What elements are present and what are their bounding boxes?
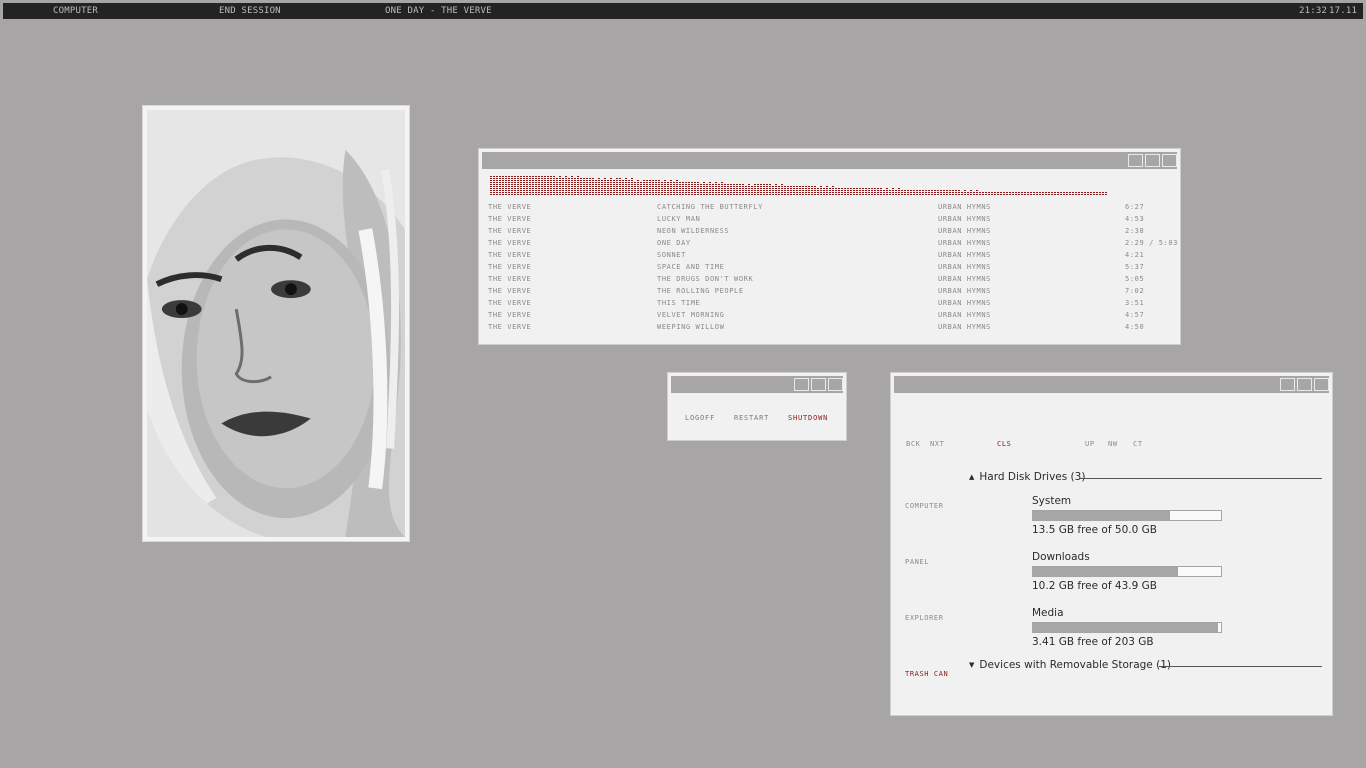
playlist-row[interactable]: THE VERVE THIS TIME URBAN HYMNS 3:51 [488,298,1174,310]
minimize-icon[interactable] [794,378,809,391]
clock-time: 21:32 [1299,6,1328,16]
drive-item[interactable]: Media 3.41 GB free of 203 GB [1032,607,1224,648]
drive-free-space: 10.2 GB free of 43.9 GB [1032,580,1157,592]
next-button[interactable]: NXT [930,440,944,448]
playlist-row-current[interactable]: THE VERVE ONE DAY URBAN HYMNS 2:29 / 5:03 [488,238,1177,250]
removable-group-divider [1159,666,1322,667]
photo-widget [142,105,410,542]
session-window: LOGOFF RESTART SHUTDOWN [667,372,847,441]
player-titlebar[interactable] [482,152,1177,169]
playlist-row[interactable]: THE VERVE NEON WILDERNESS URBAN HYMNS 2:38 [488,226,1174,238]
session-titlebar[interactable] [671,376,843,393]
close-icon[interactable] [1162,154,1177,167]
playlist-row[interactable]: THE VERVE SPACE AND TIME URBAN HYMNS 5:37 [488,262,1174,274]
close-icon[interactable] [1314,378,1329,391]
maximize-icon[interactable] [1297,378,1312,391]
maximize-icon[interactable] [1145,154,1160,167]
audio-visualizer [490,176,1107,195]
drive-free-space: 13.5 GB free of 50.0 GB [1032,524,1157,536]
explorer-titlebar[interactable] [894,376,1329,393]
computer-menu[interactable]: COMPUTER [53,6,98,16]
expand-triangle-icon: ▼ [969,661,975,669]
drive-free-space: 3.41 GB free of 203 GB [1032,636,1154,648]
minimize-icon[interactable] [1128,154,1143,167]
minimize-icon[interactable] [1280,378,1295,391]
playlist-row[interactable]: THE VERVE WEEPING WILLOW URBAN HYMNS 4:50 [488,322,1174,334]
sidebar-item-panel[interactable]: PANEL [905,558,929,566]
drive-name: Media [1032,607,1064,619]
now-playing[interactable]: ONE DAY - THE VERVE [385,6,492,16]
sidebar-item-trash[interactable]: TRASH CAN [905,670,948,678]
drive-name: Downloads [1032,551,1090,563]
restart-button[interactable]: RESTART [734,414,769,422]
cut-button[interactable]: CT [1133,440,1143,448]
collapse-triangle-icon: ▲ [969,473,975,481]
playlist-row[interactable]: THE VERVE VELVET MORNING URBAN HYMNS 4:57 [488,310,1174,322]
maximize-icon[interactable] [811,378,826,391]
drive-usage-bar [1032,566,1222,577]
clock-date: 17.11 [1329,6,1358,16]
up-button[interactable]: UP [1085,440,1095,448]
playlist: THE VERVE CATCHING THE BUTTERFLY URBAN HYM… [488,202,1177,334]
sidebar-item-computer[interactable]: COMPUTER [905,502,944,510]
back-button[interactable]: BCK [906,440,920,448]
top-bar: COMPUTER END SESSION ONE DAY - THE VERVE… [3,3,1363,19]
shutdown-button[interactable]: SHUTDOWN [788,414,828,422]
close-icon[interactable] [828,378,843,391]
end-session-menu[interactable]: END SESSION [219,6,281,16]
removable-group-header[interactable]: ▼ Devices with Removable Storage (1) [969,659,1171,671]
playlist-row[interactable]: THE VERVE LUCKY MAN URBAN HYMNS 4:53 [488,214,1174,226]
logoff-button[interactable]: LOGOFF [685,414,715,422]
drive-item[interactable]: System 13.5 GB free of 50.0 GB [1032,495,1224,536]
explorer-window: BCK NXT CLS UP NW CT COMPUTER PANEL EXPL… [890,372,1333,716]
hdd-group-divider [1080,478,1322,479]
portrait-image [147,110,405,537]
playlist-row[interactable]: THE VERVE CATCHING THE BUTTERFLY URBAN HYM… [488,202,1174,214]
drive-usage-bar [1032,510,1222,521]
drive-item[interactable]: Downloads 10.2 GB free of 43.9 GB [1032,551,1224,592]
removable-group-label: Devices with Removable Storage (1) [979,659,1171,671]
cls-button[interactable]: CLS [997,440,1011,448]
playlist-row[interactable]: THE VERVE SONNET URBAN HYMNS 4:21 [488,250,1174,262]
hdd-group-header[interactable]: ▲ Hard Disk Drives (3) [969,471,1085,483]
drive-usage-bar [1032,622,1222,633]
music-player-window: THE VERVE CATCHING THE BUTTERFLY URBAN HYM… [478,148,1181,345]
playlist-row[interactable]: THE VERVE THE ROLLING PEOPLE URBAN HYMNS 7:… [488,286,1174,298]
hdd-group-label: Hard Disk Drives (3) [979,471,1086,483]
drive-name: System [1032,495,1072,507]
sidebar-item-explorer[interactable]: EXPLORER [905,614,944,622]
playlist-row[interactable]: THE VERVE THE DRUGS DON'T WORK URBAN HYMNS… [488,274,1174,286]
new-button[interactable]: NW [1108,440,1118,448]
